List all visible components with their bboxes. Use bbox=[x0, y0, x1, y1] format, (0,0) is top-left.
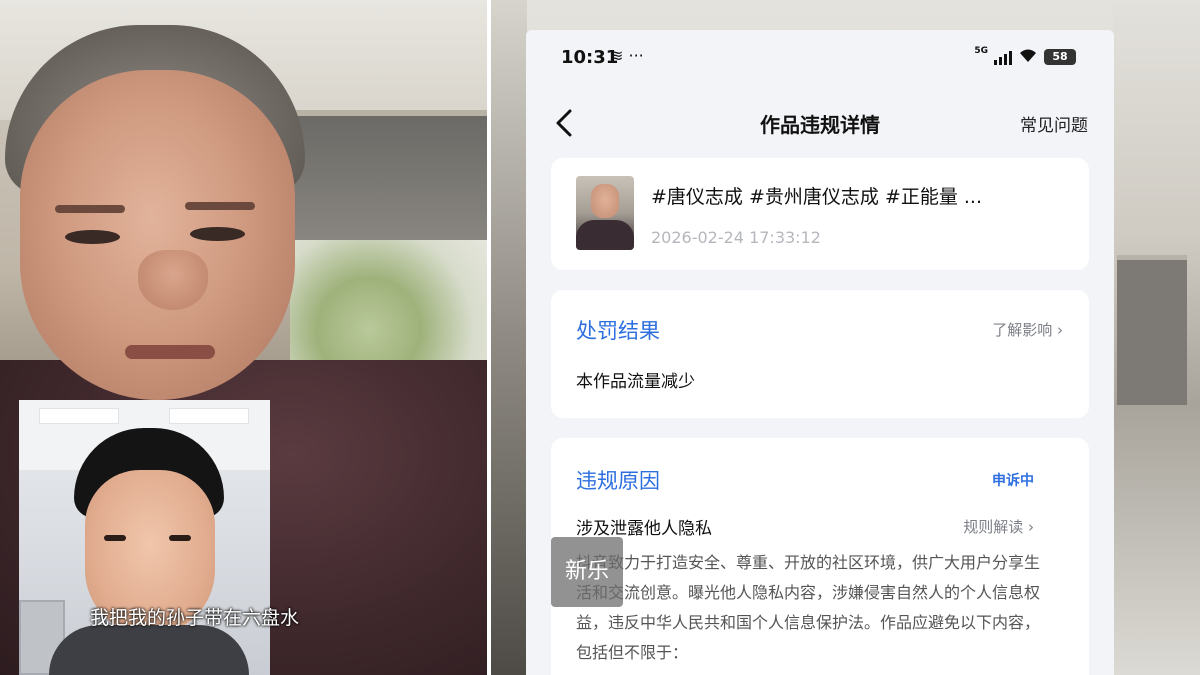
man-right-eye bbox=[169, 535, 191, 541]
left-brow bbox=[55, 205, 125, 213]
penalty-title: 处罚结果 bbox=[576, 319, 660, 343]
background-window bbox=[290, 110, 487, 260]
man-shirt bbox=[49, 625, 249, 675]
picture-in-picture-video[interactable] bbox=[19, 400, 270, 675]
status-indicators: ≋ ··· bbox=[610, 46, 644, 65]
rules-explanation-link[interactable]: 规则解读 › bbox=[963, 516, 1034, 537]
pip-light bbox=[169, 408, 249, 424]
learn-impact-link[interactable]: 了解影响 › bbox=[992, 319, 1063, 340]
thumbnail-face bbox=[591, 184, 619, 218]
battery-icon: 58 bbox=[1044, 49, 1076, 65]
work-title: #唐仪志成 #贵州唐仪志成 #正能量 ... bbox=[651, 186, 982, 208]
violation-name: 涉及泄露他人隐私 bbox=[576, 519, 712, 539]
right-brow bbox=[185, 202, 255, 210]
violation-description: 抖音致力于打造安全、尊重、开放的社区环境，供广大用户分享生活和交流创意。曝光他人… bbox=[576, 553, 1041, 662]
background-window bbox=[1117, 255, 1187, 405]
video-call-panel: 我把我的孙子带在六盘水 bbox=[0, 0, 487, 675]
pip-light bbox=[39, 408, 119, 424]
network-label: 5G bbox=[974, 46, 988, 56]
faq-link[interactable]: 常见问题 bbox=[1020, 111, 1088, 136]
wifi-icon bbox=[1018, 47, 1038, 67]
work-thumbnail[interactable] bbox=[576, 176, 634, 250]
right-eye bbox=[190, 227, 245, 241]
thumbnail-body bbox=[576, 220, 634, 250]
left-eye bbox=[65, 230, 120, 244]
watermark-logo: 新乐 bbox=[551, 537, 623, 607]
reason-card: 违规原因 申诉中 涉及泄露他人隐私 规则解读 › 抖音致力于打造安全、尊重、开放… bbox=[551, 438, 1089, 675]
woman-mouth bbox=[125, 345, 215, 359]
background-left bbox=[491, 0, 527, 675]
reason-title: 违规原因 bbox=[576, 469, 660, 493]
work-timestamp: 2026-02-24 17:33:12 bbox=[651, 228, 821, 247]
status-right-icons: 5G 58 bbox=[974, 46, 1076, 67]
penalty-result: 本作品流量减少 bbox=[576, 372, 695, 392]
work-card[interactable]: #唐仪志成 #贵州唐仪志成 #正能量 ... 2026-02-24 17:33:… bbox=[551, 158, 1089, 270]
status-bar: 10:31 ≋ ··· 5G 58 bbox=[526, 30, 1114, 88]
woman-nose bbox=[138, 250, 208, 310]
video-subtitle: 我把我的孙子带在六盘水 bbox=[90, 607, 300, 629]
signal-icon bbox=[994, 49, 1012, 65]
nav-bar: 作品违规详情 常见问题 bbox=[526, 100, 1114, 144]
man-left-eye bbox=[104, 535, 126, 541]
appeal-status-badge: 申诉中 bbox=[992, 473, 1034, 489]
penalty-card: 处罚结果 了解影响 › 本作品流量减少 bbox=[551, 290, 1089, 418]
